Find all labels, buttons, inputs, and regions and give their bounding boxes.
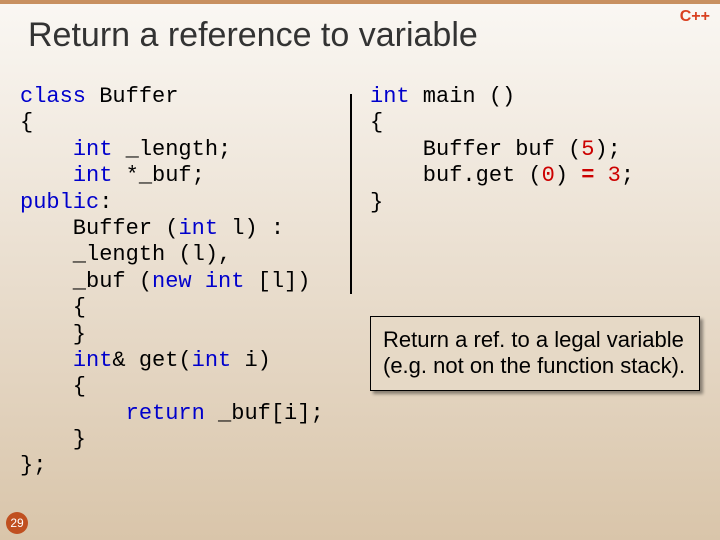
- kw-int: int: [73, 163, 113, 188]
- kw-class: class: [20, 84, 86, 109]
- kw-int: int: [192, 348, 232, 373]
- op-equals: =: [581, 163, 594, 188]
- cpp-badge: C++: [680, 8, 710, 26]
- code-text: };: [20, 453, 46, 478]
- code-text: main (): [410, 84, 516, 109]
- right-column: int main () { Buffer buf (5); buf.get (0…: [352, 84, 700, 520]
- kw-int: int: [73, 137, 113, 162]
- num-5: 5: [581, 137, 594, 162]
- code-text: Buffer: [86, 84, 178, 109]
- code-text: _length;: [112, 137, 231, 162]
- code-text: _length (l),: [20, 242, 231, 267]
- code-block-right: int main () { Buffer buf (5); buf.get (0…: [370, 84, 700, 216]
- kw-int: int: [73, 348, 113, 373]
- code-text: _buf[i];: [205, 401, 324, 426]
- kw-int: int: [370, 84, 410, 109]
- num-0: 0: [542, 163, 555, 188]
- code-text: & get(: [112, 348, 191, 373]
- code-text: *_buf;: [112, 163, 204, 188]
- kw-return: return: [126, 401, 205, 426]
- code-text: i): [231, 348, 271, 373]
- code-block-left: class Buffer { int _length; int *_buf; p…: [20, 84, 340, 480]
- code-text: buf.get (: [370, 163, 542, 188]
- note-box: Return a ref. to a legal variable (e.g. …: [370, 316, 700, 391]
- kw-public: public: [20, 190, 99, 215]
- code-text: l) :: [218, 216, 284, 241]
- slide-title: Return a reference to variable: [0, 4, 720, 55]
- code-text: {: [370, 110, 383, 135]
- slide: C++ Return a reference to variable class…: [0, 0, 720, 540]
- code-text: {: [20, 110, 33, 135]
- content-area: class Buffer { int _length; int *_buf; p…: [20, 84, 700, 520]
- num-3: 3: [608, 163, 621, 188]
- code-text: {: [20, 295, 86, 320]
- code-text: );: [594, 137, 620, 162]
- code-text: }: [370, 190, 383, 215]
- code-text: ): [555, 163, 581, 188]
- slide-number: 29: [6, 512, 28, 534]
- note-text: Return a ref. to a legal variable (e.g. …: [383, 327, 685, 378]
- code-text: }: [20, 322, 86, 347]
- code-text: {: [20, 374, 86, 399]
- left-column: class Buffer { int _length; int *_buf; p…: [20, 84, 350, 520]
- code-text: ;: [621, 163, 634, 188]
- code-text: }: [20, 427, 86, 452]
- code-text: _buf (: [20, 269, 152, 294]
- kw-new-int: new int: [152, 269, 244, 294]
- kw-int: int: [178, 216, 218, 241]
- code-text: [l]): [244, 269, 310, 294]
- code-text: Buffer (: [20, 216, 178, 241]
- code-text: Buffer buf (: [370, 137, 581, 162]
- code-text: [594, 163, 607, 188]
- code-text: :: [99, 190, 112, 215]
